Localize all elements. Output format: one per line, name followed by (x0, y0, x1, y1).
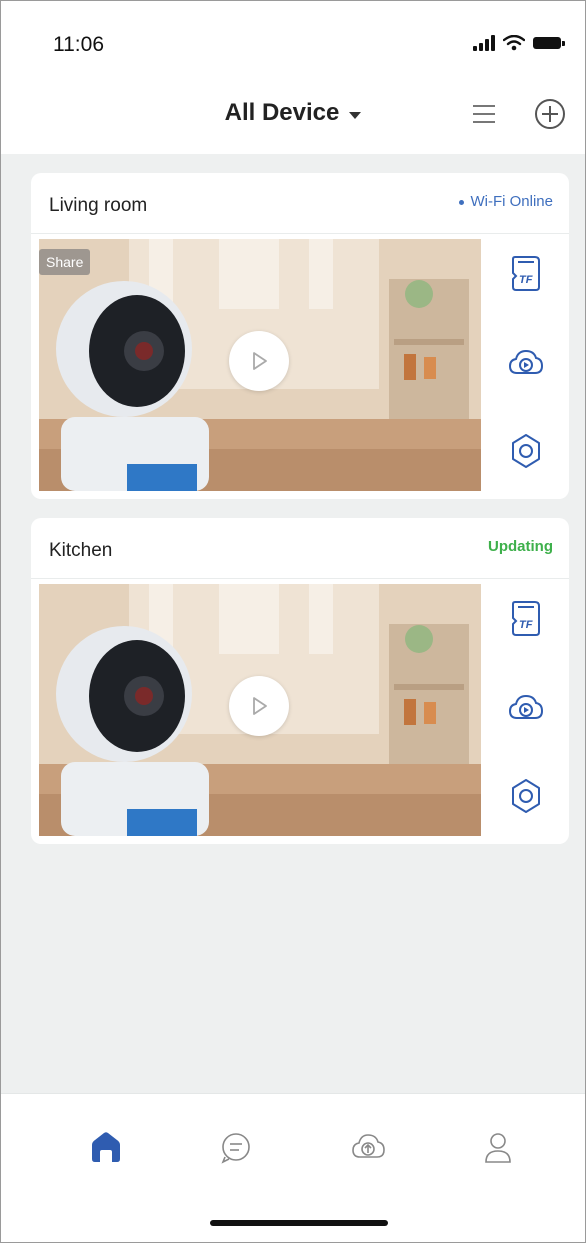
message-icon (221, 1133, 250, 1164)
settings-icon (512, 434, 540, 468)
tf-card-button[interactable]: TF (506, 598, 546, 638)
cloud-storage-button[interactable] (506, 343, 546, 383)
app-screen: 11:06 All Device Living room Wi-Fi Onlin… (0, 0, 586, 1243)
menu-button[interactable] (467, 97, 501, 131)
cloud-storage-button[interactable] (506, 688, 546, 728)
add-circle-icon (535, 99, 565, 129)
menu-icon (473, 105, 495, 123)
device-actions: TF (483, 584, 569, 836)
card-header: Living room Wi-Fi Online (31, 173, 569, 234)
cloud-upload-icon (352, 1134, 385, 1158)
device-name: Living room (49, 195, 148, 216)
status-badge: Wi-Fi Online (459, 193, 553, 210)
status-text: Wi-Fi Online (470, 193, 553, 210)
tf-card-icon: TF (512, 256, 540, 291)
tab-home[interactable] (81, 1122, 131, 1172)
tab-messages[interactable] (211, 1122, 261, 1172)
status-icons (473, 35, 565, 51)
settings-button[interactable] (506, 431, 546, 471)
tab-bar (1, 1093, 585, 1242)
tab-profile[interactable] (473, 1122, 523, 1172)
camera-preview[interactable] (39, 584, 481, 836)
device-card: Living room Wi-Fi Online Share TF (31, 173, 569, 499)
top-bar: 11:06 All Device (1, 1, 585, 154)
settings-icon (512, 779, 540, 813)
play-icon (253, 352, 267, 370)
battery-icon (533, 37, 565, 49)
svg-text:TF: TF (519, 274, 533, 286)
page-title: All Device (224, 99, 340, 126)
status-time: 11:06 (53, 33, 104, 56)
tf-card-button[interactable]: TF (506, 253, 546, 293)
home-icon (92, 1132, 120, 1162)
status-badge: Updating (488, 538, 553, 555)
play-button[interactable] (229, 676, 289, 736)
profile-icon (485, 1133, 511, 1163)
chevron-down-icon (349, 111, 362, 119)
device-filter-dropdown[interactable]: All Device (225, 99, 362, 127)
tab-cloud[interactable] (343, 1122, 393, 1172)
cloud-storage-icon (508, 349, 544, 374)
camera-preview[interactable]: Share (39, 239, 481, 491)
device-actions: TF (483, 239, 569, 491)
signal-icon (473, 35, 495, 51)
cloud-storage-icon (508, 694, 544, 719)
online-dot-icon (459, 199, 465, 205)
play-icon (253, 697, 267, 715)
tf-card-icon: TF (512, 601, 540, 636)
home-indicator (210, 1220, 388, 1226)
svg-text:TF: TF (519, 619, 533, 631)
device-name: Kitchen (49, 540, 113, 561)
device-card: Kitchen Updating TF (31, 518, 569, 844)
settings-button[interactable] (506, 776, 546, 816)
add-device-button[interactable] (533, 97, 567, 131)
card-header: Kitchen Updating (31, 518, 569, 579)
wifi-icon (503, 35, 525, 51)
play-button[interactable] (229, 331, 289, 391)
share-tag[interactable]: Share (39, 249, 91, 275)
